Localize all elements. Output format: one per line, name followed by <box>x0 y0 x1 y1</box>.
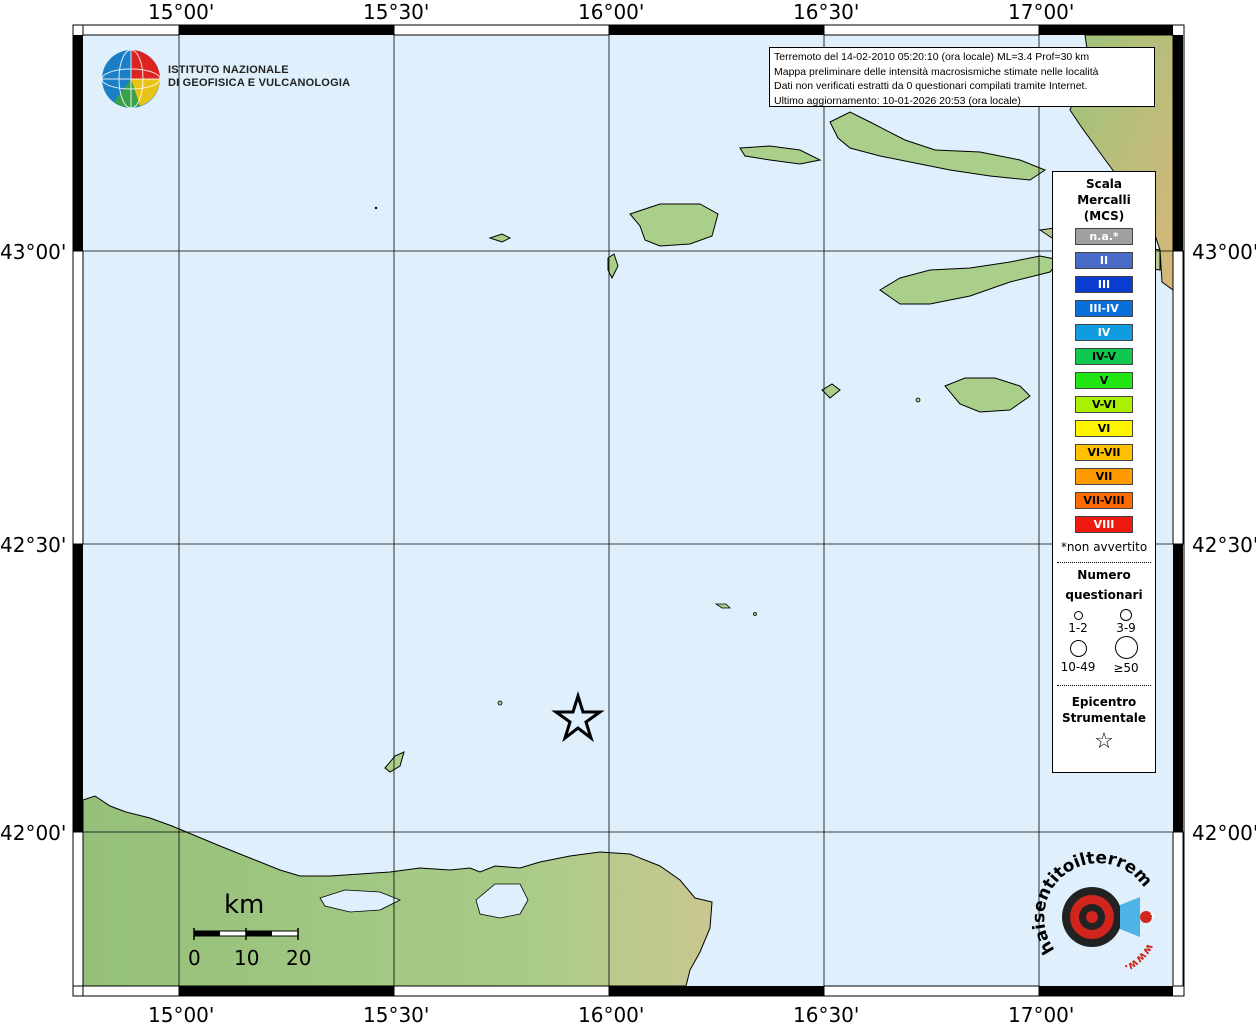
epicenter-title: Epicentro Strumentale <box>1053 694 1155 726</box>
circle-xlarge-icon <box>1115 636 1138 659</box>
tick-top-1: 15°00' <box>148 0 215 24</box>
circle-small-icon <box>1074 611 1083 620</box>
tick-top-5: 17°00' <box>1008 0 1075 24</box>
count-title-line2: questionari <box>1065 588 1143 602</box>
intensity-swatch: IV <box>1075 324 1133 341</box>
tick-left-3: 42°00' <box>0 821 67 845</box>
tick-left-1: 43°00' <box>0 240 67 264</box>
islet-3 <box>374 206 378 210</box>
intensity-legend: Scala Mercalli (MCS) n.a.* II III III-IV IV I… <box>1052 171 1156 773</box>
legend-title-line2: Mercalli <box>1077 193 1131 207</box>
legend-note: *non avvertito <box>1060 540 1148 554</box>
count-label-3: 10-49 <box>1060 660 1096 674</box>
legend-divider-2 <box>1057 685 1151 686</box>
event-info-line2: Mappa preliminare delle intensità macros… <box>774 65 1099 78</box>
scale-bar-graphic <box>193 928 299 940</box>
legend-title: Scala Mercalli (MCS) <box>1053 176 1155 224</box>
tick-bottom-5: 17°00' <box>1008 1003 1075 1027</box>
tick-top-3: 16°00' <box>578 0 645 24</box>
tick-bottom-1: 15°00' <box>148 1003 215 1027</box>
intensity-swatch: VII <box>1075 468 1133 485</box>
scale-label-10: 10 <box>234 946 260 970</box>
event-info-line4: Ultimo aggiornamento: 10-01-2026 20:53 (… <box>774 94 1021 107</box>
institute-line2: DI GEOFISICA E VULCANOLOGIA <box>168 77 351 89</box>
count-label-4: ≥50 <box>1113 661 1139 675</box>
tick-right-1: 43°00' <box>1192 240 1256 264</box>
institute-name: ISTITUTO NAZIONALE DI GEOFISICA E VULCAN… <box>168 64 350 90</box>
intensity-swatch: VII-VIII <box>1075 492 1133 509</box>
intensity-swatch: V-VI <box>1075 396 1133 413</box>
epicenter-title-line2: Strumentale <box>1061 711 1147 725</box>
intensity-swatch: III <box>1075 276 1133 293</box>
islet-2 <box>753 612 757 616</box>
tick-left-2: 42°30' <box>0 533 67 557</box>
haisentito-logo-url: www. <box>1122 941 1156 975</box>
islet-1 <box>497 700 503 706</box>
intensity-swatch: IV-V <box>1075 348 1133 365</box>
intensity-swatch: VIII <box>1075 516 1133 533</box>
intensity-swatch: III-IV <box>1075 300 1133 317</box>
event-info-box: Terremoto del 14-02-2010 05:20:10 (ora l… <box>769 47 1155 107</box>
svg-text:?: ? <box>1150 913 1155 923</box>
legend-title-line1: Scala <box>1085 177 1123 191</box>
islet-4 <box>915 397 921 403</box>
scale-unit: km <box>224 890 265 920</box>
intensity-swatch: VI-VII <box>1075 444 1133 461</box>
circle-medium-icon <box>1120 609 1132 621</box>
intensity-swatch: V <box>1075 372 1133 389</box>
intensity-swatch: n.a.* <box>1075 228 1133 245</box>
tick-top-4: 16°30' <box>793 0 860 24</box>
scale-label-0: 0 <box>188 946 201 970</box>
institute-line1: ISTITUTO NAZIONALE <box>168 64 289 76</box>
epicenter-title-line1: Epicentro <box>1071 695 1137 709</box>
count-circles: 1-2 3-9 10-49 ≥50 <box>1053 605 1155 677</box>
scale-bar: km 0 10 20 <box>188 890 312 970</box>
haisentito-logo-icon: ? haisentitoilterremoto.it www. <box>1030 845 1157 975</box>
legend-title-line3: (MCS) <box>1083 209 1125 223</box>
count-label-1: 1-2 <box>1068 621 1088 635</box>
event-info-line1: Terremoto del 14-02-2010 05:20:10 (ora l… <box>774 51 1090 63</box>
tick-top-2: 15°30' <box>363 0 430 24</box>
scale-label-20: 20 <box>286 946 312 970</box>
tick-right-2: 42°30' <box>1192 533 1256 557</box>
ingv-globe-icon <box>101 49 161 109</box>
circle-large-icon <box>1070 640 1087 657</box>
tick-bottom-3: 16°00' <box>578 1003 645 1027</box>
count-title: Numero questionari <box>1053 565 1155 605</box>
tick-bottom-2: 15°30' <box>363 1003 430 1027</box>
count-label-2: 3-9 <box>1116 621 1136 635</box>
event-info-line3: Dati non verificati estratti da 0 questi… <box>774 80 1088 92</box>
tick-bottom-4: 16°30' <box>793 1003 860 1027</box>
intensity-swatches: n.a.* II III III-IV IV IV-V V V-VI VI VI-VII VII VI… <box>1053 228 1155 533</box>
tick-right-3: 42°00' <box>1192 821 1256 845</box>
legend-divider <box>1057 562 1151 563</box>
epicenter-legend-star-icon: ☆ <box>1094 729 1114 754</box>
intensity-swatch: VI <box>1075 420 1133 437</box>
intensity-swatch: II <box>1075 252 1133 269</box>
count-title-line1: Numero <box>1077 568 1131 582</box>
svg-text:www.: www. <box>1122 941 1156 975</box>
